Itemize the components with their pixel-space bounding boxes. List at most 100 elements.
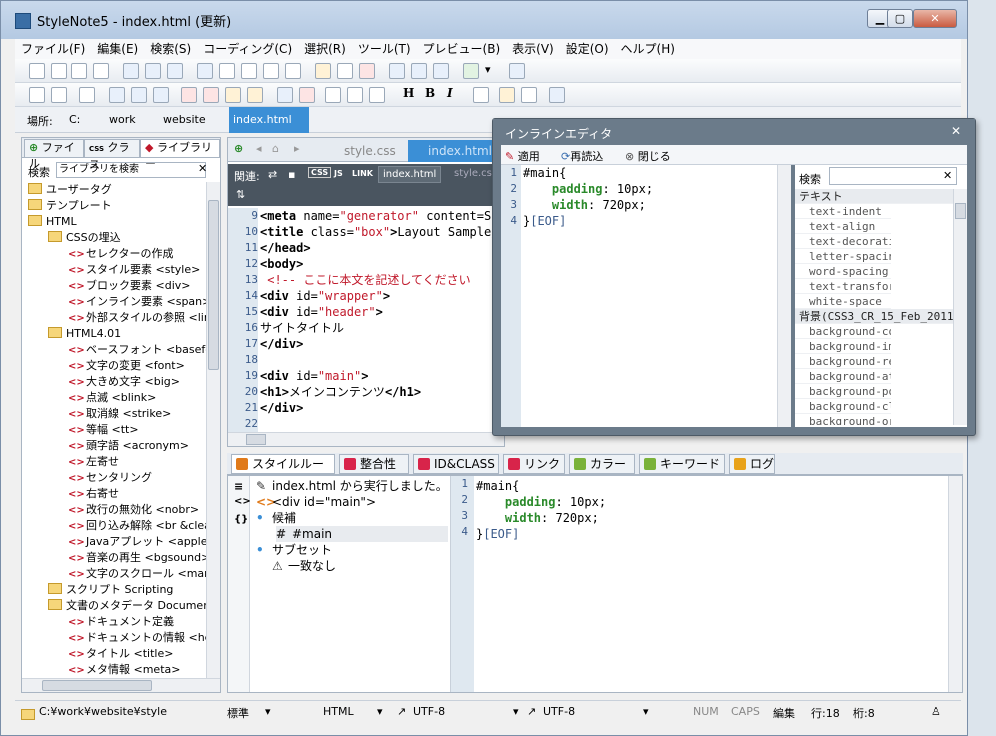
prop-vscroll-thumb[interactable] <box>955 203 966 219</box>
layout-split-icon[interactable] <box>411 63 427 79</box>
crumb-drive[interactable]: C: <box>69 113 80 126</box>
tab-file[interactable]: ⊕ ファイル <box>24 139 84 170</box>
library-vscroll-thumb[interactable] <box>208 200 219 370</box>
status-mode[interactable]: 標準 <box>227 705 249 721</box>
italic-button[interactable]: I <box>447 86 453 100</box>
tree-item[interactable]: <>等幅 <tt> <box>68 422 139 438</box>
menu-tools[interactable]: ツール(T) <box>352 39 417 59</box>
color-picker-icon[interactable] <box>315 63 331 79</box>
property-item[interactable]: text-indent <box>795 204 891 219</box>
status-encoding-1[interactable]: UTF-8 <box>413 705 445 718</box>
comment-icon[interactable] <box>359 63 375 79</box>
loupe-item[interactable]: • 候補 <box>256 510 296 526</box>
clear-icon[interactable]: ✕ <box>198 162 207 175</box>
document-icon[interactable] <box>473 87 489 103</box>
cut-icon[interactable] <box>241 63 257 79</box>
close-inline-button[interactable]: ⊗ 閉じる <box>625 148 671 164</box>
bottom-tab[interactable]: ID&CLASS <box>413 454 499 474</box>
crumb-index[interactable]: index.html <box>229 107 309 133</box>
editor-hscroll-thumb[interactable] <box>246 434 266 445</box>
property-item[interactable]: background-origin <box>795 414 891 425</box>
prop-clear-icon[interactable]: ✕ <box>943 169 952 182</box>
link-icon[interactable] <box>131 87 147 103</box>
tree-item[interactable]: <>頭字語 <acronym> <box>68 438 189 454</box>
menu-view[interactable]: 表示(V) <box>506 39 560 59</box>
tree-item[interactable]: <>タイトル <title> <box>68 646 173 662</box>
property-item[interactable]: text-decoration <box>795 234 891 249</box>
paste-icon[interactable] <box>285 63 301 79</box>
save-all-icon[interactable] <box>93 63 109 79</box>
tab-library[interactable]: ◆ ライブラリー <box>140 139 220 170</box>
reload-button[interactable]: ⟳再読込 <box>561 148 603 164</box>
layout-right-icon[interactable] <box>433 63 449 79</box>
folder-icon[interactable] <box>225 87 241 103</box>
loupe-vscroll[interactable] <box>948 476 962 692</box>
prop-search-input[interactable] <box>829 167 957 185</box>
tree-item[interactable]: <>音楽の再生 <bgsound> <box>68 550 206 566</box>
chevron-down-icon[interactable]: ▾ <box>485 63 501 79</box>
tree-item[interactable]: <>大きめ文字 <big> <box>68 374 180 390</box>
tree-item[interactable]: <>Javaアプレット <applet> <box>68 534 206 550</box>
tree-item[interactable]: <>インライン要素 <span> <box>68 294 206 310</box>
inline-code[interactable]: #main{ padding: 10px; width: 720px;}[EOF… <box>523 165 773 265</box>
menu-help[interactable]: ヘルプ(H) <box>615 39 681 59</box>
tree-item[interactable]: <>ドキュメントの情報 <head <box>68 630 206 646</box>
tree-item[interactable]: <>メタ情報 <meta> <box>68 662 180 678</box>
property-item[interactable]: background-color <box>795 324 891 339</box>
crumb-work[interactable]: work <box>109 113 136 126</box>
menu-coding[interactable]: コーディング(C) <box>197 39 298 59</box>
menu-edit[interactable]: 編集(E) <box>91 39 144 59</box>
related-link[interactable]: LINK <box>352 169 373 178</box>
loupe-item[interactable]: • サブセット <box>256 542 332 558</box>
tab-style-css[interactable]: style.css <box>324 140 406 162</box>
open-file-icon[interactable] <box>51 63 67 79</box>
property-item[interactable]: background-repeat <box>795 354 891 369</box>
editor-code[interactable]: <meta name="generator" content=S <title c… <box>260 208 504 432</box>
tree-item[interactable]: <>点滅 <blink> <box>68 390 156 406</box>
save-file-icon[interactable] <box>71 63 87 79</box>
related-style[interactable]: style.css <box>454 168 497 179</box>
maximize-button[interactable]: ▢ <box>887 9 913 28</box>
loupe-item[interactable]: ✎ index.html から実行しました。 <box>256 478 448 494</box>
nav-forward-icon[interactable]: ▸ <box>294 142 300 155</box>
related-css[interactable]: CSS <box>308 167 332 178</box>
find-next-icon[interactable] <box>167 63 183 79</box>
tree-item[interactable]: <>ドキュメント定義 <box>68 614 174 630</box>
property-item[interactable]: text-align <box>795 219 891 234</box>
loupe-code[interactable]: #main{ padding: 10px; width: 720px;}[EOF… <box>476 478 936 578</box>
library-hscroll[interactable] <box>22 678 220 692</box>
tree-item[interactable]: <>ベースフォント <basefont <box>68 342 206 358</box>
tag-tool-icon[interactable] <box>51 87 67 103</box>
tree-folder[interactable]: HTML4.01 <box>48 326 121 342</box>
tree-item[interactable]: <>外部スタイルの参照 <link <box>68 310 206 326</box>
table-delete-icon[interactable] <box>299 87 315 103</box>
loupe-item[interactable]: ⚠ 一致なし <box>272 558 336 574</box>
refresh-icon[interactable]: ⇄ <box>268 168 277 181</box>
tree-folder[interactable]: ユーザータグ <box>28 182 112 198</box>
menu-settings[interactable]: 設定(O) <box>560 39 615 59</box>
list-icon[interactable]: ≡ <box>234 480 243 493</box>
tree-item[interactable]: <>文字の変更 <font> <box>68 358 185 374</box>
snippet-icon[interactable] <box>337 63 353 79</box>
css-class-icon[interactable] <box>203 87 219 103</box>
status-enc1-dropdown-icon[interactable]: ▾ <box>513 705 519 718</box>
related-js[interactable]: JS <box>334 169 343 178</box>
bottom-tab[interactable]: リンク <box>503 454 565 474</box>
tree-item[interactable]: <>右寄せ <box>68 486 119 502</box>
tree-folder[interactable]: CSSの埋込 <box>48 230 121 246</box>
bold-button[interactable]: B <box>425 86 435 100</box>
home-icon[interactable]: ⌂ <box>272 142 279 155</box>
library-hscroll-thumb[interactable] <box>42 680 152 691</box>
property-item[interactable]: white-space <box>795 294 891 309</box>
menu-preview[interactable]: プレビュー(B) <box>417 39 507 59</box>
property-item[interactable]: background-attachment <box>795 369 891 384</box>
add-tab-icon[interactable]: ⊕ <box>234 142 243 155</box>
hr-icon[interactable] <box>277 87 293 103</box>
property-item[interactable]: letter-spacing <box>795 249 891 264</box>
undo-icon[interactable] <box>197 63 213 79</box>
speech-icon[interactable] <box>549 87 565 103</box>
tree-folder[interactable]: HTML <box>28 214 77 230</box>
crumb-website[interactable]: website <box>163 113 206 126</box>
status-enc2-dropdown-icon[interactable]: ▾ <box>643 705 649 718</box>
replace-icon[interactable] <box>145 63 161 79</box>
